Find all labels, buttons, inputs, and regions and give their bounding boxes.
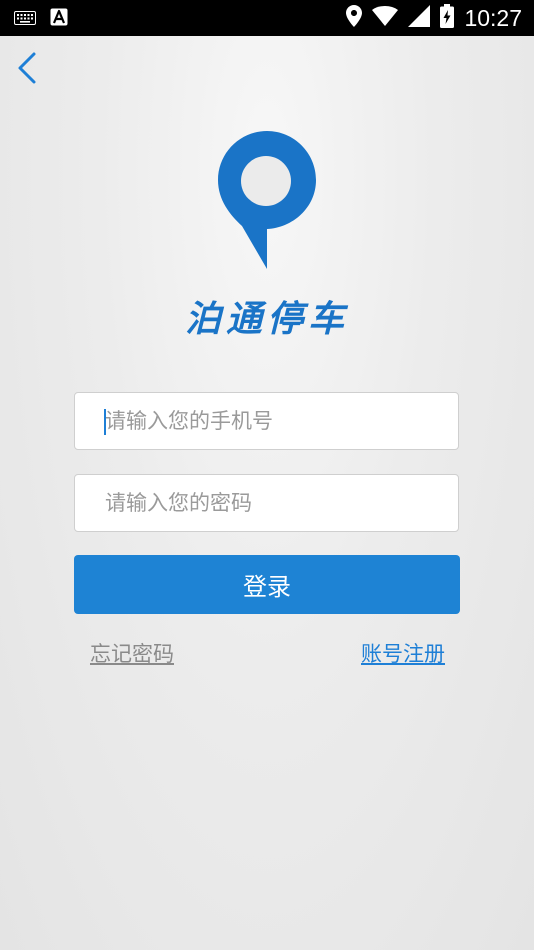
text-cursor — [104, 409, 106, 435]
status-bar: 10:27 — [0, 0, 534, 36]
login-button[interactable]: 登录 — [74, 555, 460, 614]
chevron-left-icon — [10, 52, 50, 92]
location-pin-logo-icon — [212, 128, 322, 272]
a-notification-icon — [50, 8, 68, 30]
app-name: 泊通停车 — [184, 299, 349, 340]
status-right: 10:27 — [346, 4, 522, 32]
forgot-password-link[interactable]: 忘记密码 — [90, 638, 174, 668]
signal-icon — [408, 5, 431, 31]
wifi-icon — [372, 6, 399, 30]
back-button[interactable] — [10, 48, 50, 88]
status-time: 10:27 — [464, 4, 522, 31]
battery-charging-icon — [440, 4, 455, 32]
phone-input[interactable] — [75, 393, 458, 449]
keyboard-icon — [14, 10, 36, 29]
register-link[interactable]: 账号注册 — [361, 638, 445, 668]
phone-field[interactable] — [74, 392, 459, 450]
password-input[interactable] — [75, 475, 458, 531]
password-field[interactable] — [74, 474, 459, 532]
location-icon — [346, 5, 363, 31]
status-left — [14, 8, 68, 30]
